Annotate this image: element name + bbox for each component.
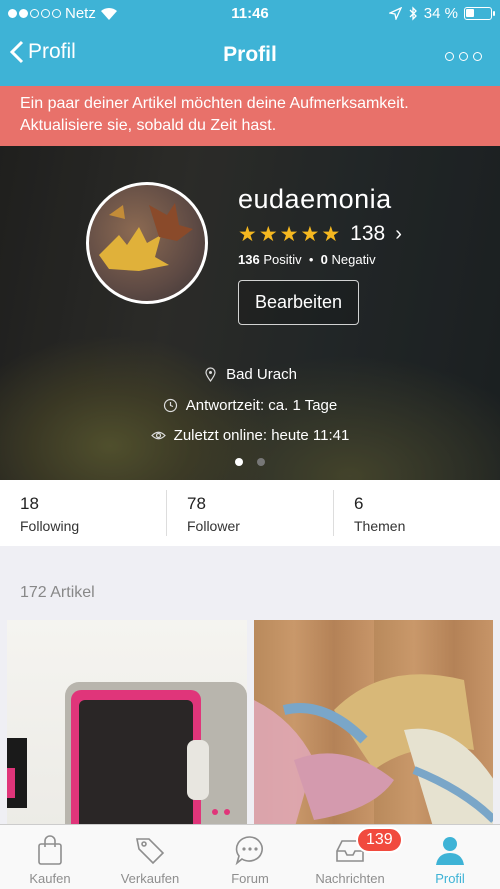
star-icon: ★ bbox=[258, 222, 278, 246]
tab-label: Nachrichten bbox=[315, 871, 385, 886]
stat-number: 18 bbox=[20, 494, 39, 513]
positive-count: 136 bbox=[238, 252, 260, 267]
profile-header: eudaemonia ★ ★ ★ ★ ★ 138 › 136 Positiv •… bbox=[0, 146, 500, 480]
avatar-image bbox=[99, 203, 193, 271]
positive-label: Positiv bbox=[263, 252, 302, 267]
status-bar: Netz 11:46 34 % bbox=[0, 0, 500, 28]
star-icon: ★ bbox=[300, 222, 320, 246]
stat-label: Follower bbox=[187, 518, 240, 534]
tab-forum[interactable]: Forum bbox=[200, 825, 300, 889]
location-pin-icon bbox=[205, 367, 216, 382]
stat-number: 78 bbox=[187, 494, 206, 513]
article-grid bbox=[7, 620, 493, 830]
eye-icon bbox=[150, 431, 166, 440]
username: eudaemonia bbox=[238, 184, 392, 214]
page-indicator[interactable] bbox=[0, 458, 500, 466]
response-time-row: Antwortzeit: ca. 1 Tage bbox=[0, 397, 500, 414]
tab-nachrichten[interactable]: Nachrichten 139 bbox=[300, 825, 403, 889]
star-icon: ★ bbox=[321, 222, 341, 246]
edit-profile-button[interactable]: Bearbeiten bbox=[238, 280, 359, 325]
unread-badge: 139 bbox=[356, 827, 403, 853]
feedback-summary: 136 Positiv • 0 Negativ bbox=[238, 252, 376, 267]
star-icon: ★ bbox=[238, 222, 257, 246]
avatar[interactable] bbox=[86, 182, 208, 304]
article-card[interactable] bbox=[253, 620, 493, 830]
bag-icon bbox=[38, 835, 62, 865]
location-row: Bad Urach bbox=[0, 366, 500, 383]
battery-icon bbox=[464, 7, 495, 20]
last-online-row: Zuletzt online: heute 11:41 bbox=[0, 427, 500, 444]
rating-link[interactable]: ★ ★ ★ ★ ★ 138 › bbox=[238, 222, 402, 246]
chat-icon bbox=[235, 836, 263, 866]
negative-count: 0 bbox=[320, 252, 328, 267]
tab-label: Verkaufen bbox=[120, 871, 180, 886]
tab-verkaufen[interactable]: Verkaufen bbox=[100, 825, 200, 889]
tab-profil[interactable]: Profil bbox=[400, 825, 500, 889]
stat-follower[interactable]: 78 Follower bbox=[167, 490, 334, 536]
location-arrow-icon bbox=[388, 7, 402, 20]
battery-percent: 34 % bbox=[423, 5, 458, 22]
article-image bbox=[7, 682, 247, 830]
negative-label: Negativ bbox=[331, 252, 376, 267]
bluetooth-icon bbox=[409, 6, 417, 21]
top-bar: Netz 11:46 34 % Profil Profil bbox=[0, 0, 500, 86]
stats-bar: 18 Following 78 Follower 6 Themen bbox=[0, 480, 500, 546]
page-title: Profil bbox=[223, 43, 277, 66]
chevron-right-icon: › bbox=[395, 222, 402, 245]
article-image bbox=[253, 674, 493, 830]
tab-label: Forum bbox=[231, 871, 269, 886]
stat-label: Themen bbox=[354, 518, 406, 534]
articles-count-heading: 172 Artikel bbox=[20, 584, 95, 601]
star-icon: ★ bbox=[279, 222, 299, 246]
rating-count: 138 bbox=[350, 222, 386, 245]
article-card[interactable] bbox=[7, 620, 247, 830]
stat-following[interactable]: 18 Following bbox=[0, 490, 167, 536]
tab-kaufen[interactable]: Kaufen bbox=[0, 825, 100, 889]
nav-bar: Profil Profil bbox=[0, 28, 500, 86]
stat-themen[interactable]: 6 Themen bbox=[334, 490, 500, 536]
last-online-text: Zuletzt online: heute 11:41 bbox=[173, 427, 350, 444]
response-time-text: Antwortzeit: ca. 1 Tage bbox=[185, 397, 338, 414]
stat-number: 6 bbox=[354, 494, 364, 513]
tab-label: Kaufen bbox=[29, 871, 71, 886]
person-icon bbox=[436, 837, 464, 865]
page-dot bbox=[257, 458, 265, 466]
location-text: Bad Urach bbox=[226, 366, 297, 383]
stat-label: Following bbox=[20, 518, 80, 534]
more-options-button[interactable] bbox=[445, 52, 482, 61]
page-dot-active bbox=[235, 458, 243, 466]
attention-banner[interactable]: Ein paar deiner Artikel möchten deine Au… bbox=[0, 86, 500, 146]
tab-bar: Kaufen Verkaufen Forum Nachrichten 139 P… bbox=[0, 824, 500, 889]
clock-icon bbox=[163, 398, 177, 413]
attention-text: Ein paar deiner Artikel möchten deine Au… bbox=[20, 95, 409, 134]
tag-icon bbox=[136, 838, 165, 865]
tab-label: Profil bbox=[435, 871, 465, 886]
